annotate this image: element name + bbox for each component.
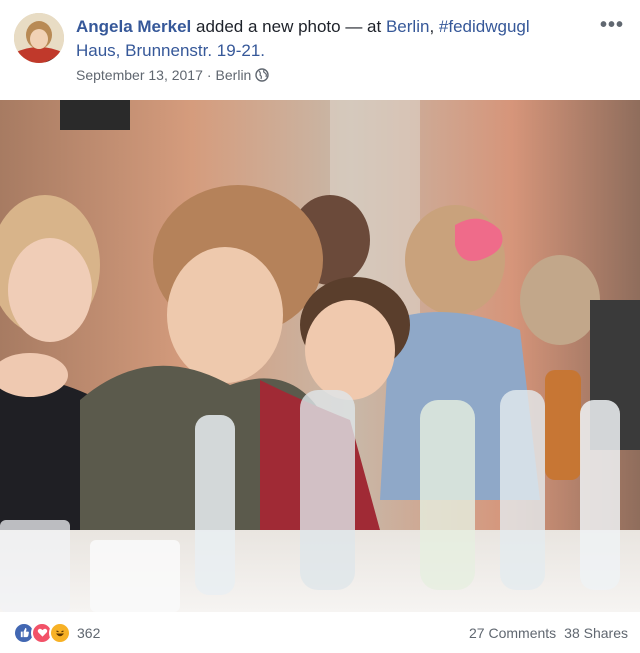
action-text: added a new photo — at bbox=[191, 17, 386, 36]
post-headline: Angela Merkel added a new photo — at Ber… bbox=[76, 15, 596, 63]
comma-sep: , bbox=[429, 17, 439, 36]
reaction-count: 362 bbox=[77, 624, 101, 641]
author-avatar[interactable] bbox=[14, 13, 64, 63]
more-options-icon[interactable]: ••• bbox=[600, 14, 624, 37]
venue-link[interactable]: Haus, Brunnenstr. 19-21. bbox=[76, 41, 265, 60]
shares-count-link[interactable]: 38 Shares bbox=[564, 625, 628, 641]
post-date-link[interactable]: September 13, 2017 bbox=[76, 67, 203, 83]
post-footer: 362 27 Comments 38 Shares bbox=[0, 612, 640, 653]
globe-icon[interactable] bbox=[255, 68, 270, 82]
hashtag-link[interactable]: #fedidwgugl bbox=[439, 17, 530, 36]
post-meta: September 13, 2017 · Berlin bbox=[76, 67, 270, 83]
haha-icon bbox=[49, 621, 71, 644]
post-header: Angela Merkel added a new photo — at Ber… bbox=[0, 0, 640, 100]
photo-image bbox=[0, 100, 640, 612]
comments-count-link[interactable]: 27 Comments bbox=[469, 625, 556, 641]
avatar-image bbox=[14, 13, 64, 63]
location-link[interactable]: Berlin bbox=[216, 67, 252, 83]
meta-separator: · bbox=[206, 67, 212, 83]
reactions-summary[interactable]: 362 bbox=[13, 621, 101, 644]
post-photo[interactable] bbox=[0, 100, 640, 612]
author-name-link[interactable]: Angela Merkel bbox=[76, 17, 191, 36]
engagement-stats: 27 Comments 38 Shares bbox=[469, 625, 628, 641]
place-link[interactable]: Berlin bbox=[386, 17, 429, 36]
